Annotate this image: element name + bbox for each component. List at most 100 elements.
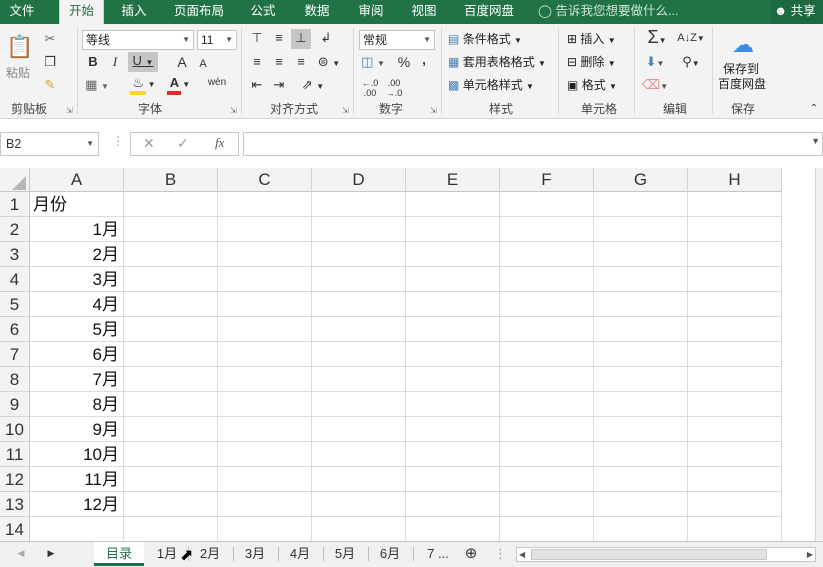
enter-check-icon[interactable]: ✓ (177, 135, 189, 152)
align-top-icon[interactable]: ⊤ (248, 29, 266, 47)
cell-E6[interactable] (406, 317, 500, 342)
tab-view[interactable]: 视图 (403, 0, 445, 24)
wrap-text-icon[interactable]: ↲ (316, 29, 336, 47)
cell-B4[interactable] (124, 267, 218, 292)
cell-B5[interactable] (124, 292, 218, 317)
cell-D4[interactable] (312, 267, 406, 292)
share-button[interactable]: ☻ 共享 (770, 0, 823, 24)
tab-home[interactable]: 开始 (59, 0, 104, 24)
orientation-icon[interactable]: ⇗ ▼ (300, 76, 326, 96)
decrease-indent-icon[interactable]: ⇤ (248, 76, 266, 94)
autosum-icon[interactable]: Σ▼ (641, 28, 673, 50)
scroll-right-icon[interactable]: ▶ (807, 548, 813, 561)
cell-D9[interactable] (312, 392, 406, 417)
column-header[interactable]: H (688, 168, 782, 192)
row-header[interactable]: 14 (0, 517, 30, 541)
number-format-combo[interactable]: 常规 ▼ (359, 30, 435, 50)
cell-H11[interactable] (688, 442, 782, 467)
drag-handle-icon[interactable]: ⋮ (112, 134, 124, 148)
row-header[interactable]: 11 (0, 442, 30, 467)
cell-E11[interactable] (406, 442, 500, 467)
cell-G2[interactable] (594, 217, 688, 242)
cell-B11[interactable] (124, 442, 218, 467)
cell-H6[interactable] (688, 317, 782, 342)
cell-F7[interactable] (500, 342, 594, 367)
italic-button[interactable]: I (106, 53, 124, 71)
bold-button[interactable]: B (84, 53, 102, 71)
sheet-tab-more[interactable]: 7 ... (418, 542, 458, 566)
worksheet-grid[interactable]: ABCDEFGH 1 2 3 4 5 6 7 8 9 10 11 12 13 14 月份 1月 2月 3月 4月 5… (0, 168, 815, 541)
collapse-ribbon-icon[interactable]: ⌃ (807, 100, 821, 118)
cell-F11[interactable] (500, 442, 594, 467)
tab-page-layout[interactable]: 页面布局 (168, 0, 230, 24)
merge-center-icon[interactable]: ⊜ ▼ (316, 53, 342, 73)
horizontal-scrollbar[interactable]: ◀ ▶ (516, 547, 816, 562)
paste-button[interactable]: 粘贴 (6, 64, 30, 82)
cell-E3[interactable] (406, 242, 500, 267)
cell-A4[interactable]: 3月 (30, 267, 124, 292)
cell-H7[interactable] (688, 342, 782, 367)
cell-A5[interactable]: 4月 (30, 292, 124, 317)
cell-F2[interactable] (500, 217, 594, 242)
row-header[interactable]: 4 (0, 267, 30, 292)
cell-F13[interactable] (500, 492, 594, 517)
tab-file[interactable]: 文件 (0, 0, 44, 24)
cell-G8[interactable] (594, 367, 688, 392)
cell-B8[interactable] (124, 367, 218, 392)
sheet-tab-jun[interactable]: 6月 (373, 542, 407, 566)
insert-cells-button[interactable]: ⊞ 插入 ▼ (567, 30, 616, 50)
fill-color-button[interactable]: ♨ ▼ (128, 74, 160, 95)
dialog-launcher-icon[interactable]: ⇲ (342, 106, 349, 115)
cell-E7[interactable] (406, 342, 500, 367)
cell-H3[interactable] (688, 242, 782, 267)
decrease-decimal-icon[interactable]: .00 →.0 (384, 78, 404, 98)
cell-G10[interactable] (594, 417, 688, 442)
cell-H5[interactable] (688, 292, 782, 317)
tab-baidu-netdisk[interactable]: 百度网盘 (457, 0, 521, 24)
cell-A11[interactable]: 10月 (30, 442, 124, 467)
tab-split-handle-icon[interactable]: ⋮ (494, 542, 507, 566)
cell-G9[interactable] (594, 392, 688, 417)
insert-function-icon[interactable]: fx (215, 135, 224, 151)
cell-F1[interactable] (500, 192, 594, 217)
increase-decimal-icon[interactable]: ←.0.00 (360, 78, 380, 98)
scroll-tabs-right-icon[interactable]: ▶ (44, 542, 58, 566)
column-header[interactable]: D (312, 168, 406, 192)
cell-D3[interactable] (312, 242, 406, 267)
row-header[interactable]: 5 (0, 292, 30, 317)
cell-F6[interactable] (500, 317, 594, 342)
cell-B2[interactable] (124, 217, 218, 242)
column-header[interactable]: F (500, 168, 594, 192)
cell-A1[interactable]: 月份 (30, 192, 124, 217)
cell-C14[interactable] (218, 517, 312, 541)
sheet-tab-feb[interactable]: 2月 (193, 542, 227, 566)
grow-font-button[interactable]: A (174, 53, 190, 71)
align-bottom-icon[interactable]: ⊥ (291, 29, 311, 49)
tab-review[interactable]: 审阅 (350, 0, 392, 24)
dialog-launcher-icon[interactable]: ⇲ (430, 106, 437, 115)
name-box[interactable]: B2 ▼ (0, 132, 99, 156)
cell-D6[interactable] (312, 317, 406, 342)
formula-input[interactable]: ▼ (243, 132, 823, 156)
find-select-icon[interactable]: ⚲▼ (677, 53, 705, 73)
cell-F8[interactable] (500, 367, 594, 392)
cell-G12[interactable] (594, 467, 688, 492)
cell-B7[interactable] (124, 342, 218, 367)
clear-eraser-icon[interactable]: ⌫▼ (641, 76, 669, 96)
cell-D2[interactable] (312, 217, 406, 242)
dialog-launcher-icon[interactable]: ⇲ (230, 106, 237, 115)
align-right-icon[interactable]: ≡ (292, 53, 310, 71)
cell-E2[interactable] (406, 217, 500, 242)
cell-A8[interactable]: 7月 (30, 367, 124, 392)
cell-C1[interactable] (218, 192, 312, 217)
cell-G6[interactable] (594, 317, 688, 342)
cell-F10[interactable] (500, 417, 594, 442)
cell-G11[interactable] (594, 442, 688, 467)
cell-F14[interactable] (500, 517, 594, 541)
format-painter-icon[interactable]: ✎ (40, 76, 60, 94)
cell-A10[interactable]: 9月 (30, 417, 124, 442)
cell-C5[interactable] (218, 292, 312, 317)
row-header[interactable]: 3 (0, 242, 30, 267)
add-sheet-icon[interactable]: ⊕ (462, 542, 480, 566)
cell-D1[interactable] (312, 192, 406, 217)
